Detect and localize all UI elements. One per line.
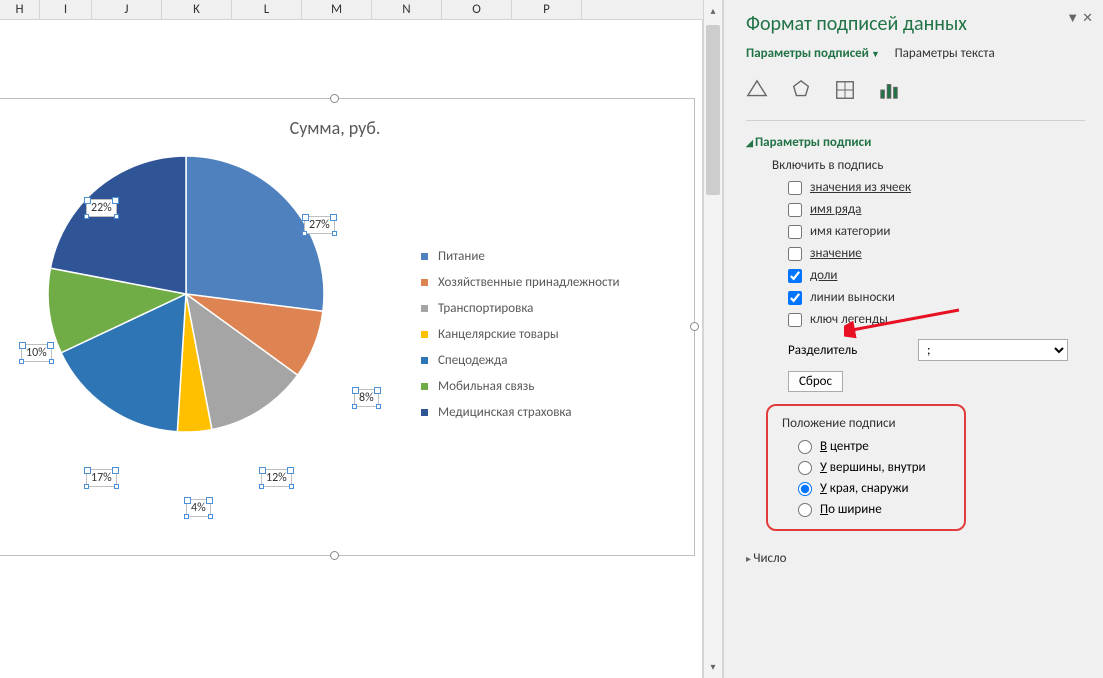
- col-header[interactable]: O: [442, 0, 512, 19]
- label-position-group: Положение подписи В центре У вершины, вн…: [766, 404, 966, 531]
- scroll-down-icon[interactable]: ▾: [704, 658, 722, 676]
- chart-resize-handle[interactable]: [690, 322, 699, 331]
- include-in-label: Включить в подпись: [772, 158, 1085, 173]
- checkbox-value[interactable]: значение: [788, 246, 1085, 261]
- checkbox-legend-key[interactable]: ключ легенды: [788, 312, 1085, 327]
- col-header[interactable]: M: [302, 0, 372, 19]
- effects-icon[interactable]: [790, 79, 812, 106]
- checkbox-category-name[interactable]: имя категории: [788, 224, 1085, 239]
- pane-close-icon[interactable]: ▼ ✕: [1066, 10, 1093, 26]
- radio-best-fit[interactable]: По ширине: [798, 502, 950, 517]
- col-header[interactable]: J: [92, 0, 162, 19]
- separator-label: Разделитель: [788, 343, 918, 358]
- radio-inside-end[interactable]: У вершины, внутри: [798, 460, 950, 475]
- legend-item[interactable]: Медицинская страховка: [421, 405, 620, 420]
- tab-label-options[interactable]: Параметры подписей: [746, 46, 880, 61]
- pane-category-icons: [746, 79, 1085, 106]
- legend-item[interactable]: Питание: [421, 249, 620, 264]
- pane-tabs: Параметры подписей Параметры текста: [746, 46, 1085, 61]
- radio-center[interactable]: В центре: [798, 439, 950, 454]
- vertical-scrollbar[interactable]: ▴ ▾: [703, 0, 723, 678]
- chart-title[interactable]: Сумма, руб.: [0, 117, 694, 139]
- column-header-row: H I J K L M N O P: [0, 0, 735, 20]
- pane-title: Формат подписей данных: [746, 12, 1085, 36]
- col-header[interactable]: H: [0, 0, 40, 19]
- data-label[interactable]: 4%: [186, 499, 211, 517]
- checkbox-leader-lines[interactable]: линии выноски: [788, 290, 1085, 305]
- legend-item[interactable]: Мобильная связь: [421, 379, 620, 394]
- legend-item[interactable]: Канцелярские товары: [421, 327, 620, 342]
- fill-line-icon[interactable]: [746, 79, 768, 106]
- col-header[interactable]: P: [512, 0, 582, 19]
- data-label[interactable]: 17%: [86, 469, 117, 487]
- scrollbar-thumb[interactable]: [706, 25, 720, 195]
- data-label[interactable]: 8%: [354, 389, 379, 407]
- label-position-title: Положение подписи: [782, 416, 950, 431]
- col-header[interactable]: I: [40, 0, 92, 19]
- col-header[interactable]: L: [232, 0, 302, 19]
- section-number[interactable]: Число: [746, 551, 1085, 566]
- data-label[interactable]: 10%: [21, 344, 52, 362]
- checkbox-percent[interactable]: доли: [788, 268, 1085, 283]
- tab-text-options[interactable]: Параметры текста: [895, 46, 995, 61]
- chart-object[interactable]: Сумма, руб. Питание Хозяйственные принадл…: [0, 98, 695, 556]
- size-properties-icon[interactable]: [834, 79, 856, 106]
- legend-item[interactable]: Спецодежда: [421, 353, 620, 368]
- reset-button[interactable]: Сброс: [788, 371, 843, 392]
- data-label[interactable]: 22%: [86, 199, 117, 217]
- worksheet[interactable]: Сумма, руб. Питание Хозяйственные принадл…: [0, 20, 703, 678]
- chart-resize-handle[interactable]: [330, 94, 339, 103]
- checkbox-values-from-cells[interactable]: значения из ячеек: [788, 180, 1085, 195]
- legend-item[interactable]: Хозяйственные принадлежности: [421, 275, 620, 290]
- legend-item[interactable]: Транспортировка: [421, 301, 620, 316]
- format-data-labels-pane: ▼ ✕ Формат подписей данных Параметры под…: [723, 0, 1103, 678]
- chart-legend[interactable]: Питание Хозяйственные принадлежности Транс…: [421, 249, 620, 431]
- checkbox-series-name[interactable]: имя ряда: [788, 202, 1085, 217]
- radio-outside-end[interactable]: У края, снаружи: [798, 481, 950, 496]
- pie-chart[interactable]: [46, 154, 326, 434]
- col-header[interactable]: K: [162, 0, 232, 19]
- col-header[interactable]: N: [372, 0, 442, 19]
- separator-select[interactable]: ;: [918, 339, 1068, 361]
- chart-resize-handle[interactable]: [330, 551, 339, 560]
- data-label[interactable]: 12%: [261, 469, 292, 487]
- label-options-icon[interactable]: [878, 79, 900, 106]
- scroll-up-icon[interactable]: ▴: [704, 2, 722, 20]
- data-label[interactable]: 27%: [304, 216, 335, 234]
- section-label-options[interactable]: Параметры подписи: [746, 135, 1085, 150]
- separator-row: Разделитель ;: [788, 339, 1085, 361]
